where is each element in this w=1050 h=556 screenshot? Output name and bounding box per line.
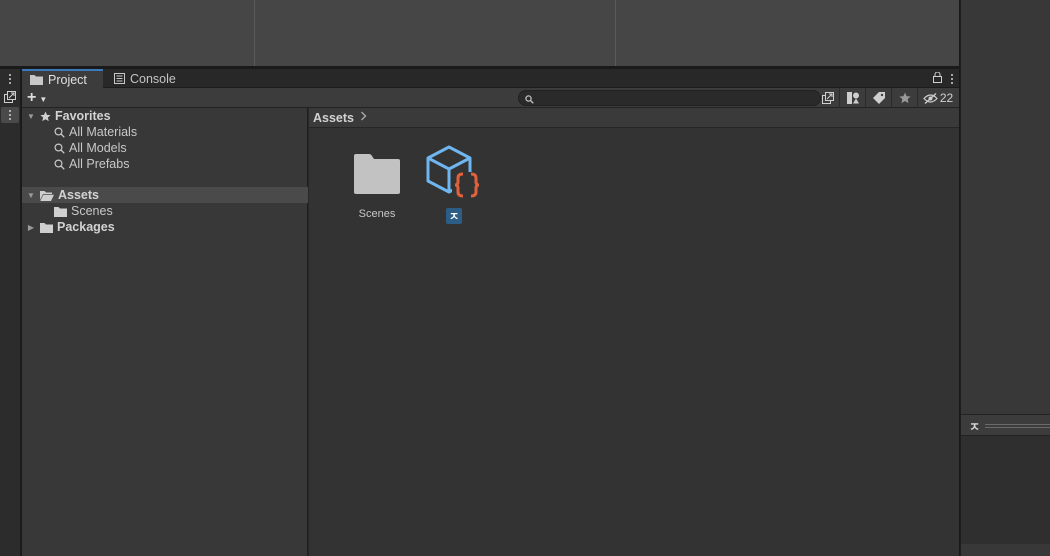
lock-icon[interactable]	[933, 71, 942, 86]
star-icon	[899, 92, 911, 104]
dock-menu-button[interactable]	[1, 71, 19, 87]
asset-tile-scenes[interactable]: Scenes	[345, 144, 409, 220]
search-field[interactable]	[518, 90, 821, 106]
tree-label: Packages	[57, 220, 115, 234]
asset-label: Scenes	[358, 208, 396, 220]
tab-project[interactable]: Project	[22, 69, 103, 88]
eye-hidden-icon	[922, 92, 938, 104]
external-window-icon	[4, 91, 16, 103]
folder-open-icon	[40, 190, 54, 201]
folder-tree: ▼ Favorites All Materials All Models All…	[22, 108, 308, 556]
search-icon	[54, 126, 65, 138]
tree-label: All Prefabs	[69, 157, 130, 171]
right-panel: ㅈ	[960, 0, 1050, 556]
preview-area	[961, 436, 1050, 544]
more-icon	[9, 110, 12, 120]
asset-grid-panel: Assets Scenes ㅈ	[309, 108, 959, 556]
preview-header[interactable]: ㅈ	[961, 414, 1050, 436]
external-window-icon	[822, 92, 834, 104]
hidden-count: 22	[939, 91, 954, 105]
console-icon	[114, 73, 125, 84]
drag-handle[interactable]	[985, 424, 1050, 428]
scene-view[interactable]	[0, 0, 959, 66]
tree-label: Favorites	[55, 109, 111, 123]
dock-more-button[interactable]	[1, 107, 19, 123]
save-search-button[interactable]	[894, 89, 916, 107]
foldout-collapsed-icon[interactable]: ▶	[26, 219, 36, 235]
tree-item-scenes[interactable]: Scenes	[22, 203, 308, 219]
toolbar-separator	[891, 88, 892, 108]
search-by-type-button[interactable]	[842, 89, 864, 107]
script-asset-icon	[422, 144, 486, 204]
tree-label: All Materials	[69, 125, 138, 139]
chevron-down-icon: ▼	[39, 94, 48, 104]
tree-label: All Models	[69, 141, 127, 155]
tree-item-all-models[interactable]: All Models	[22, 140, 308, 156]
tree-assets[interactable]: ▼ Assets	[22, 187, 308, 203]
toolbar-separator	[917, 88, 918, 108]
star-icon	[40, 110, 51, 122]
search-icon	[54, 142, 65, 154]
tree-item-all-prefabs[interactable]: All Prefabs	[22, 156, 308, 172]
create-button[interactable]: + ▼	[27, 89, 48, 106]
tab-label: Console	[130, 71, 176, 86]
search-by-scene-button[interactable]	[819, 89, 837, 107]
tree-label: Scenes	[71, 204, 113, 218]
more-icon	[9, 74, 12, 84]
folder-icon	[30, 74, 43, 85]
search-by-label-button[interactable]	[868, 89, 890, 107]
tree-item-all-materials[interactable]: All Materials	[22, 124, 308, 140]
grid-line	[615, 0, 616, 66]
dock-window-button[interactable]	[1, 89, 19, 105]
preview-title: ㅈ	[969, 420, 981, 434]
tree-packages[interactable]: ▶ Packages	[22, 219, 308, 235]
folder-icon	[40, 222, 53, 233]
grid-line	[254, 0, 255, 66]
folder-icon	[54, 206, 67, 217]
tab-label: Project	[48, 72, 87, 87]
tree-favorites[interactable]: ▼ Favorites	[22, 108, 308, 124]
shapes-icon	[846, 92, 859, 104]
foldout-expanded-icon[interactable]: ▼	[26, 187, 36, 203]
plus-icon: +	[27, 89, 37, 106]
toolbar-separator	[839, 88, 840, 108]
project-window: Project Console + ▼ 22 ▼ Favorites All M…	[22, 69, 959, 556]
asset-tile-new-script[interactable]: ㅈ	[422, 144, 486, 224]
search-input[interactable]	[537, 91, 817, 105]
project-toolbar: + ▼ 22	[22, 88, 959, 108]
search-icon	[54, 158, 65, 170]
asset-rename-field[interactable]: ㅈ	[445, 208, 463, 224]
search-icon	[525, 93, 534, 107]
chevron-right-icon	[360, 111, 367, 124]
tree-label: Assets	[58, 188, 99, 202]
hidden-packages-button[interactable]: 22	[920, 89, 956, 107]
tag-icon	[873, 92, 885, 104]
folder-icon	[345, 144, 409, 204]
tab-console[interactable]: Console	[106, 69, 184, 88]
foldout-expanded-icon[interactable]: ▼	[26, 108, 36, 124]
tab-bar: Project Console	[22, 69, 959, 88]
tab-actions	[933, 71, 953, 86]
breadcrumb-item-assets[interactable]: Assets	[313, 111, 354, 125]
left-dock	[0, 69, 21, 556]
breadcrumb: Assets	[309, 108, 959, 128]
more-icon[interactable]	[950, 73, 953, 84]
toolbar-separator	[865, 88, 866, 108]
